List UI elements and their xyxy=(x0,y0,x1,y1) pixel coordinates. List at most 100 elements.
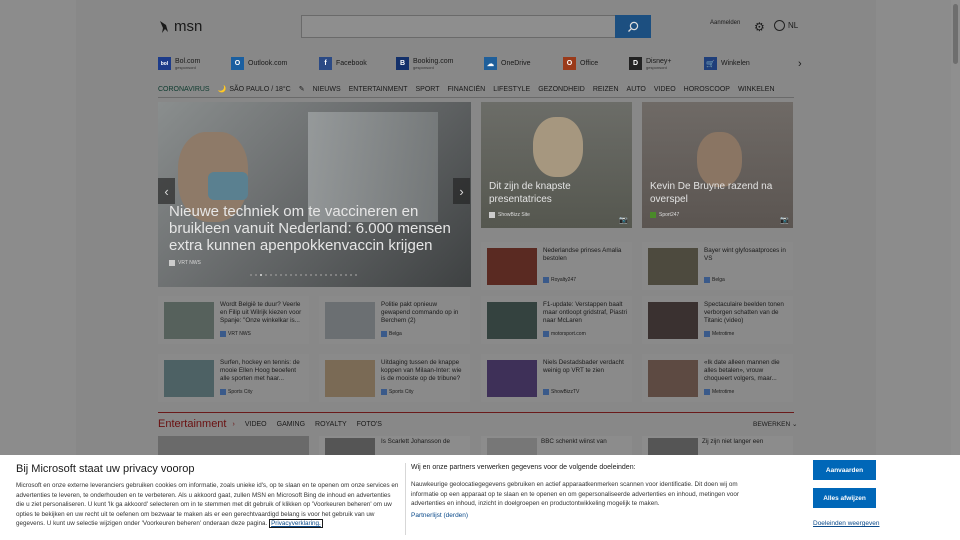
news-card[interactable]: F1-update: Verstappen baalt maar ontloop… xyxy=(481,296,632,344)
entertainment-card[interactable]: Zij zijn niet langer een xyxy=(642,436,793,455)
news-title[interactable]: Bayer wint glyfosaatproces in VS xyxy=(704,247,790,263)
nav-item[interactable]: GEZONDHEID xyxy=(538,86,585,93)
carousel-dots[interactable] xyxy=(250,274,357,276)
carousel-dot[interactable] xyxy=(250,274,252,276)
quicklink[interactable]: O Office xyxy=(563,57,598,70)
carousel-dot[interactable] xyxy=(295,274,297,276)
feature-card[interactable]: Dit zijn de knapste presentatrices ShowB… xyxy=(481,102,632,228)
feature-title[interactable]: Dit zijn de knapste presentatrices xyxy=(489,180,627,206)
scrollbar[interactable] xyxy=(951,0,960,455)
news-card[interactable]: Bayer wint glyfosaatproces in VS Belga xyxy=(642,242,793,290)
msn-logo[interactable]: msn xyxy=(158,18,202,35)
entertainment-title[interactable]: BBC schenkt wiinst van xyxy=(541,438,607,445)
news-card[interactable]: Nederlandse prinses Amalia bestolen Royal… xyxy=(481,242,632,290)
carousel-dot[interactable] xyxy=(350,274,352,276)
news-title[interactable]: Niels Destadsbader verdacht weinig op VR… xyxy=(543,359,629,375)
quicklink[interactable]: D Disney+ gesponsord xyxy=(629,57,671,70)
news-title[interactable]: Wordt België te duur? Veerle en Filip ui… xyxy=(220,301,306,325)
view-purposes-link[interactable]: Doeleinden weergeven xyxy=(813,520,880,527)
entertainment-card[interactable]: Is Scarlett Johansson de xyxy=(319,436,470,455)
quicklink[interactable]: f Facebook xyxy=(319,57,367,70)
entertainment-title[interactable]: Zij zijn niet langer een xyxy=(702,438,763,445)
news-title[interactable]: Politie pakt opnieuw gewapend commando o… xyxy=(381,301,467,325)
accept-button[interactable]: Aanvaarden xyxy=(813,460,876,480)
entertainment-tab[interactable]: FOTO'S xyxy=(357,421,382,428)
hero-title[interactable]: Nieuwe techniek om te vaccineren en brui… xyxy=(169,203,459,254)
language-selector[interactable]: NL xyxy=(774,20,798,31)
carousel-dot[interactable] xyxy=(335,274,337,276)
news-card[interactable]: Politie pakt opnieuw gewapend commando o… xyxy=(319,296,470,344)
nav-item[interactable]: REIZEN xyxy=(593,86,619,93)
news-card[interactable]: Niels Destadsbader verdacht weinig op VR… xyxy=(481,354,632,402)
entertainment-tab[interactable]: ROYALTY xyxy=(315,421,347,428)
carousel-dot[interactable] xyxy=(320,274,322,276)
nav-item[interactable]: FINANCIËN xyxy=(447,86,485,93)
entertainment-heading[interactable]: Entertainment xyxy=(158,418,226,430)
quicklink[interactable]: O Outlook.com xyxy=(231,57,287,70)
carousel-dot[interactable] xyxy=(345,274,347,276)
carousel-dot[interactable] xyxy=(255,274,257,276)
carousel-dot[interactable] xyxy=(355,274,357,276)
quicklink[interactable]: ☁ OneDrive xyxy=(484,57,531,70)
carousel-dot[interactable] xyxy=(275,274,277,276)
nav-item[interactable]: AUTO xyxy=(627,86,646,93)
nav-item[interactable]: SPORT xyxy=(415,86,439,93)
partners-link[interactable]: Partnerlijst (derden) xyxy=(411,512,468,519)
news-card[interactable]: Wordt België te duur? Veerle en Filip ui… xyxy=(158,296,309,344)
carousel-dot[interactable] xyxy=(340,274,342,276)
scrollbar-thumb[interactable] xyxy=(953,4,958,64)
reject-all-button[interactable]: Alles afwijzen xyxy=(813,488,876,508)
carousel-dot[interactable] xyxy=(310,274,312,276)
nav-item[interactable]: WINKELEN xyxy=(738,86,775,93)
carousel-dot[interactable] xyxy=(330,274,332,276)
hero-card[interactable]: ‹ › Nieuwe techniek om te vaccineren en … xyxy=(158,102,471,287)
entertainment-tab[interactable]: VIDEO xyxy=(245,421,267,428)
carousel-dot[interactable] xyxy=(325,274,327,276)
news-card[interactable]: Uitdaging tussen de knappe koppen van Mi… xyxy=(319,354,470,402)
carousel-dot[interactable] xyxy=(290,274,292,276)
edit-section-button[interactable]: BEWERKEN ⌄ xyxy=(753,420,797,428)
news-card[interactable]: Spectaculaire beelden tonen verborgen sc… xyxy=(642,296,793,344)
carousel-dot[interactable] xyxy=(315,274,317,276)
news-title[interactable]: «Ik date alleen mannen die alles betalen… xyxy=(704,359,790,383)
carousel-dot[interactable] xyxy=(300,274,302,276)
nav-item[interactable]: NIEUWS xyxy=(313,86,341,93)
carousel-prev-icon[interactable]: ‹ xyxy=(158,178,175,204)
carousel-dot[interactable] xyxy=(305,274,307,276)
carousel-dot[interactable] xyxy=(285,274,287,276)
entertainment-card[interactable] xyxy=(158,436,309,455)
news-title[interactable]: Uitdaging tussen de knappe koppen van Mi… xyxy=(381,359,467,383)
carousel-dot[interactable] xyxy=(265,274,267,276)
feature-title[interactable]: Kevin De Bruyne razend na overspel xyxy=(650,180,788,206)
nav-coronavirus[interactable]: CORONAVIRUS xyxy=(158,86,210,93)
news-title[interactable]: F1-update: Verstappen baalt maar ontloop… xyxy=(543,301,629,325)
feature-card[interactable]: Kevin De Bruyne razend na overspel Sport… xyxy=(642,102,793,228)
carousel-dot[interactable] xyxy=(280,274,282,276)
chevron-right-icon[interactable]: › xyxy=(232,421,234,428)
entertainment-tab[interactable]: GAMING xyxy=(277,421,305,428)
quicklink[interactable]: 🛒 Winkelen xyxy=(704,57,750,70)
news-card[interactable]: «Ik date alleen mannen die alles betalen… xyxy=(642,354,793,402)
news-title[interactable]: Spectaculaire beelden tonen verborgen sc… xyxy=(704,301,790,325)
nav-weather[interactable]: SÃO PAULO / 18°C xyxy=(229,86,290,93)
quicklinks-next-icon[interactable]: › xyxy=(798,58,802,70)
nav-item[interactable]: HOROSCOOP xyxy=(684,86,730,93)
signin-link[interactable]: Aanmelden xyxy=(710,20,740,26)
carousel-dot[interactable] xyxy=(270,274,272,276)
gear-icon[interactable]: ⚙ xyxy=(754,20,765,34)
privacy-link[interactable]: Privacyverklaring. xyxy=(269,519,323,529)
carousel-next-icon[interactable]: › xyxy=(453,178,470,204)
entertainment-card[interactable]: BBC schenkt wiinst van xyxy=(481,436,632,455)
quicklink[interactable]: B Booking.com gesponsord xyxy=(396,57,453,70)
edit-icon[interactable]: ✎ xyxy=(299,85,305,93)
quicklink[interactable]: bol Bol.com gesponsord xyxy=(158,57,200,70)
entertainment-title[interactable]: Is Scarlett Johansson de xyxy=(381,438,450,445)
news-title[interactable]: Surfen, hockey en tennis: de mooie Ellen… xyxy=(220,359,306,383)
carousel-dot[interactable] xyxy=(260,274,262,276)
nav-item[interactable]: LIFESTYLE xyxy=(493,86,530,93)
search-button[interactable] xyxy=(615,15,651,38)
nav-item[interactable]: VIDEO xyxy=(654,86,676,93)
nav-item[interactable]: ENTERTAINMENT xyxy=(349,86,408,93)
news-title[interactable]: Nederlandse prinses Amalia bestolen xyxy=(543,247,629,263)
search-input[interactable] xyxy=(301,15,616,38)
